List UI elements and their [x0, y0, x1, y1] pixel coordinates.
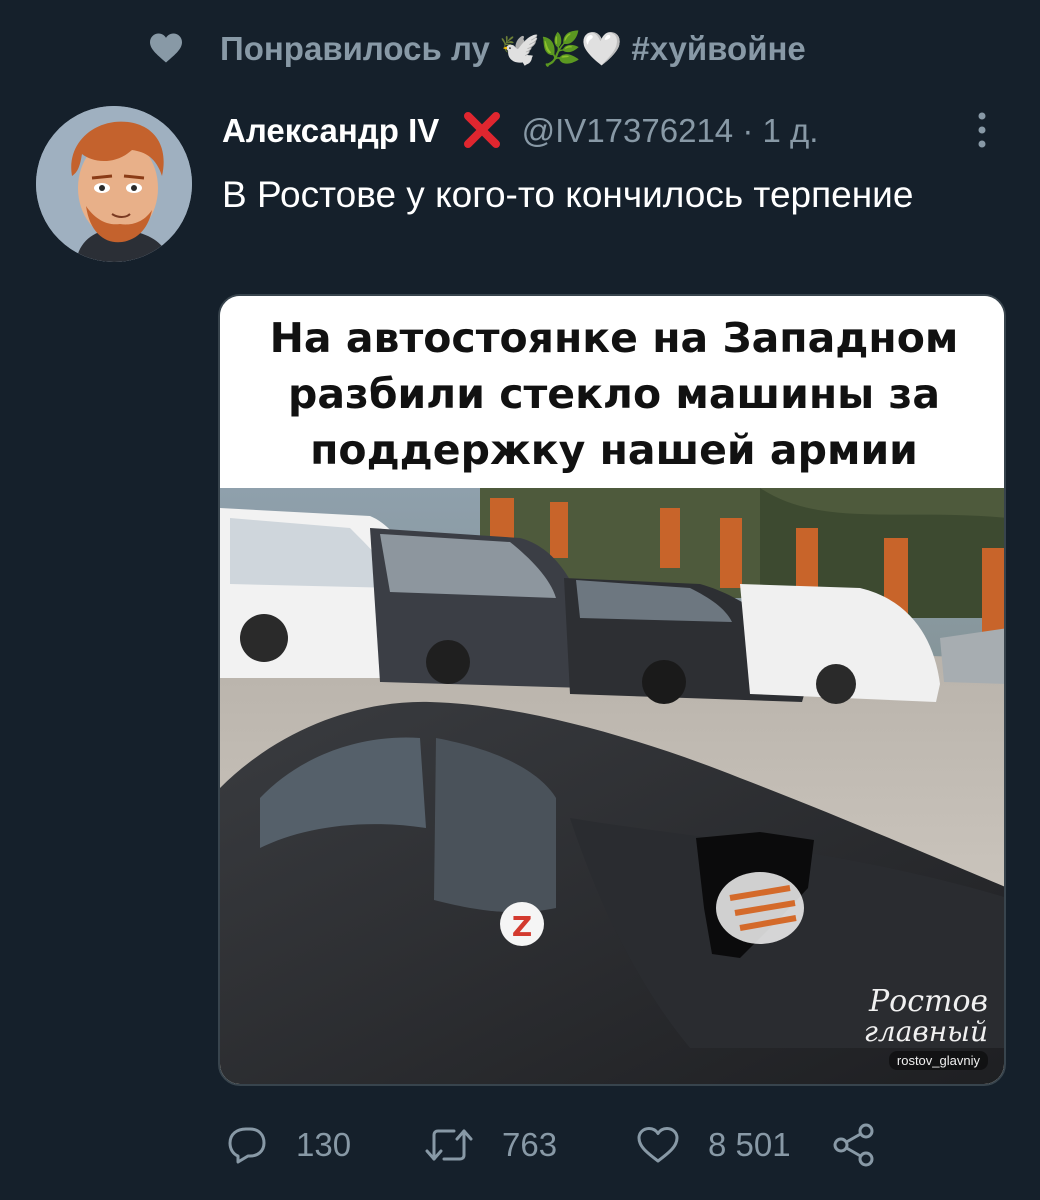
- avatar[interactable]: [36, 106, 192, 262]
- more-options-icon[interactable]: [968, 110, 996, 150]
- heart-icon: [637, 1127, 679, 1163]
- like-count: 8 501: [708, 1126, 791, 1163]
- tweet-header: Александр IV @IV17376214 · 1 д.: [222, 112, 982, 156]
- tweet-actions: 130 763 8 501: [0, 1118, 1040, 1178]
- like-button[interactable]: 8 501: [636, 1118, 791, 1172]
- caption-line: разбили стекло машины за: [287, 370, 941, 418]
- tweet-media[interactable]: На автостоянке на Западном разбили стекл…: [218, 294, 1006, 1086]
- separator-dot: ·: [742, 112, 754, 149]
- avatar-illustration: [36, 106, 192, 262]
- retweet-button[interactable]: 763: [424, 1118, 557, 1172]
- reply-count: 130: [296, 1126, 352, 1163]
- share-button[interactable]: [830, 1118, 878, 1172]
- cross-mark-icon: [464, 112, 501, 148]
- heart-icon: [150, 33, 182, 63]
- media-caption: На автостоянке на Западном разбили стекл…: [220, 296, 1004, 488]
- tweet-text: В Ростове у кого-то кончилось терпение: [222, 174, 914, 215]
- tweet-time[interactable]: 1 д.: [763, 112, 819, 149]
- svg-text:Z: Z: [512, 910, 532, 943]
- caption-line: поддержку нашей армии: [310, 426, 918, 474]
- social-context: Понравилось лу 🕊️🌿🤍 #хуйвойне: [0, 24, 1040, 74]
- reply-icon: [228, 1127, 266, 1164]
- author-handle[interactable]: @IV17376214: [522, 112, 734, 149]
- watermark-brand-subtitle: главный: [863, 1015, 988, 1048]
- share-icon: [833, 1123, 874, 1167]
- liked-by-text[interactable]: Понравилось лу 🕊️🌿🤍 #хуйвойне: [220, 30, 806, 69]
- caption-line: На автостоянке на Западном: [269, 314, 959, 362]
- retweet-icon: [425, 1129, 473, 1161]
- author-name[interactable]: Александр IV: [222, 112, 439, 149]
- media-watermark: Ростов главный rostov_glavniy: [864, 985, 988, 1070]
- watermark-handle: rostov_glavniy: [888, 1051, 988, 1070]
- retweet-count: 763: [502, 1126, 558, 1163]
- reply-button[interactable]: 130: [226, 1118, 351, 1172]
- watermark-brand: Ростов: [868, 984, 988, 1019]
